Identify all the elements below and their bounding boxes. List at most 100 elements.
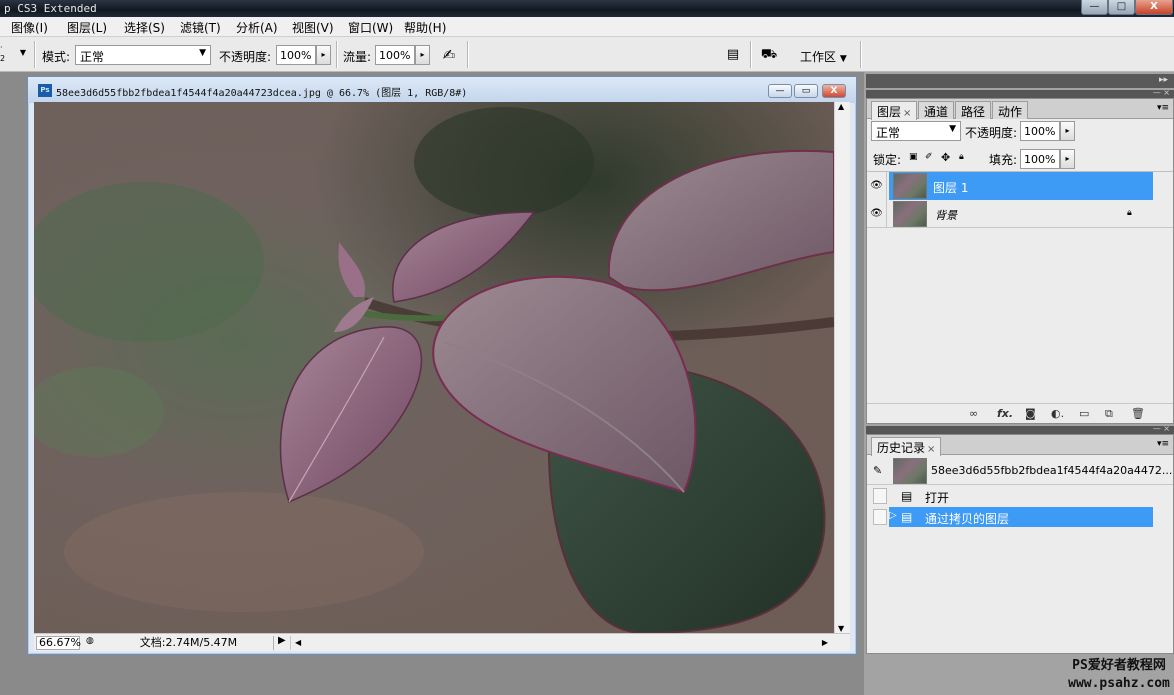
lock-pixels-icon[interactable]: ✐ [925, 152, 933, 162]
trash-icon[interactable]: 🗑︎ [1131, 407, 1145, 420]
opacity-label: 不透明度: [219, 50, 272, 64]
document-window: Ps 58ee3d6d55fbb2fbdea1f4544f4a20a44723d… [27, 76, 857, 655]
document-size-info[interactable]: 文档:2.74M/5.47M [104, 636, 274, 650]
history-brush-source-icon[interactable]: ✎ [873, 464, 882, 477]
history-step-icon: ▤ [901, 510, 913, 524]
panel-gripper[interactable]: — × [866, 88, 1174, 98]
blend-mode-select[interactable]: 正常 ▼ [871, 121, 961, 141]
window-close-button[interactable]: X [1135, 0, 1173, 15]
tab-actions[interactable]: 动作 [992, 101, 1029, 119]
lock-position-icon[interactable]: ✥ [941, 151, 950, 164]
image-canvas[interactable] [34, 102, 834, 633]
link-icon[interactable]: ∞ [969, 407, 978, 420]
layer-opacity-input[interactable]: 100% [1020, 121, 1060, 141]
separator [467, 41, 469, 68]
brush-size-value: 2 [0, 54, 6, 63]
separator [750, 41, 752, 68]
layer-name[interactable]: 背景 [935, 207, 957, 223]
panel-gripper[interactable]: — × [866, 424, 1174, 434]
group-icon[interactable]: ▭ [1079, 407, 1089, 420]
menu-view[interactable]: 视图(V) [292, 19, 334, 36]
window-minimize-button[interactable]: — [1081, 0, 1108, 15]
menu-layer[interactable]: 图层(L) [67, 19, 107, 36]
history-snapshot-row[interactable]: ✎ 58ee3d6d55fbb2fbdea1f4544f4a20a4472... [867, 457, 1173, 485]
horizontal-scrollbar[interactable]: ◀ ▶ [290, 636, 830, 650]
eye-icon[interactable]: 👁︎ [867, 200, 887, 228]
menu-bar: 图像(I) 图层(L) 选择(S) 滤镜(T) 分析(A) 视图(V) 窗口(W… [0, 17, 1174, 37]
mask-icon[interactable]: ◙ [1025, 407, 1036, 420]
brush-size-control[interactable]: · 2 [0, 42, 10, 64]
menu-window[interactable]: 窗口(W) [348, 19, 393, 36]
scroll-up-icon[interactable]: ▲ [838, 102, 844, 111]
snapshot-name: 58ee3d6d55fbb2fbdea1f4544f4a20a4472... [931, 464, 1173, 477]
workspace-menu[interactable]: 工作区 ▼ [800, 48, 847, 65]
window-maximize-button[interactable]: □ [1108, 0, 1135, 15]
layer-name[interactable]: 图层 1 [933, 179, 968, 196]
layer-opacity-slider-button[interactable]: ▸ [1060, 121, 1075, 141]
scroll-down-icon[interactable]: ▼ [838, 624, 844, 633]
tab-history[interactable]: 历史记录 × [871, 437, 942, 456]
options-bar: · 2 ▼ 模式: 正常 ▼ 不透明度: 100% ▸ 流量: 100% ▸ ✍… [0, 37, 1174, 72]
flow-slider-button[interactable]: ▸ [415, 45, 430, 65]
menu-analysis[interactable]: 分析(A) [236, 19, 278, 36]
menu-filter[interactable]: 滤镜(T) [180, 19, 221, 36]
airbrush-icon[interactable]: ✍ [440, 46, 458, 64]
scroll-left-icon[interactable]: ◀ [295, 638, 301, 647]
menu-select[interactable]: 选择(S) [124, 19, 165, 36]
flow-label: 流量: [343, 50, 372, 64]
panel-menu-icon[interactable]: ▾≡ [1157, 439, 1169, 449]
document-restore-button[interactable]: ▭ [794, 84, 818, 98]
history-source-checkbox[interactable] [873, 488, 887, 504]
separator [860, 41, 862, 68]
tab-channels[interactable]: 通道 [918, 101, 955, 119]
scroll-right-icon[interactable]: ▶ [822, 636, 828, 650]
history-item[interactable]: ▷ ▤ 通过拷贝的图层 [867, 507, 1173, 527]
panel-menu-icon[interactable]: ▾≡ [1157, 103, 1169, 113]
menu-help[interactable]: 帮助(H) [404, 19, 446, 36]
fill-label: 填充: [989, 153, 1018, 167]
document-minimize-button[interactable]: — [768, 84, 792, 98]
opacity-slider-button[interactable]: ▸ [316, 45, 331, 65]
layer-row[interactable]: 👁︎ 图层 1 [867, 171, 1173, 200]
fx-icon[interactable]: fx. [997, 407, 1013, 420]
version-cue-icon[interactable]: ◍ [86, 636, 94, 646]
eye-icon[interactable]: 👁︎ [867, 172, 887, 200]
photoshop-file-icon: Ps [38, 84, 52, 97]
fill-slider-button[interactable]: ▸ [1060, 149, 1075, 169]
tab-layers[interactable]: 图层 × [871, 101, 918, 120]
close-icon[interactable]: × [927, 444, 935, 455]
document-close-button[interactable]: X [822, 84, 846, 98]
history-panel-tabs: 历史记录 × ▾≡ [867, 435, 1173, 456]
dock-collapse-bar[interactable]: ▸▸ [866, 74, 1174, 88]
watermark: PS爱好者教程网 www.psahz.com [1064, 657, 1174, 693]
status-menu-arrow-icon[interactable]: ▶ [278, 635, 286, 646]
adjustment-icon[interactable]: ◐. [1051, 407, 1064, 420]
vertical-scrollbar[interactable]: ▲ ▼ [834, 102, 850, 633]
lock-transparency-icon[interactable]: ▣ [909, 152, 918, 162]
flow-input[interactable]: 100% [375, 45, 415, 65]
document-title-bar[interactable]: Ps 58ee3d6d55fbb2fbdea1f4544f4a20a44723d… [28, 77, 856, 103]
brush-dropdown-icon[interactable]: ▼ [14, 44, 32, 62]
mode-select[interactable]: 正常 ▼ [75, 45, 211, 65]
zoom-field[interactable]: 66.67% [36, 636, 81, 650]
fill-input[interactable]: 100% [1020, 149, 1060, 169]
history-state-slider-icon[interactable]: ▷ [889, 510, 897, 521]
layers-panel-tabs: 图层 × 通道 路径 动作 ▾≡ [867, 99, 1173, 120]
menu-image[interactable]: 图像(I) [11, 19, 48, 36]
palette-well-icon[interactable]: ▤ [724, 46, 742, 64]
lock-all-icon[interactable]: 🔒︎ [959, 152, 964, 162]
tab-paths[interactable]: 路径 [955, 101, 992, 119]
opacity-input[interactable]: 100% [276, 45, 316, 65]
panel-close-icon[interactable]: — × [1153, 424, 1170, 433]
layer-row[interactable]: 👁︎ 背景 🔒︎ [867, 200, 1173, 228]
history-source-checkbox[interactable] [873, 509, 887, 525]
lock-label: 锁定: [873, 153, 902, 167]
bridge-icon[interactable]: ⛟ [758, 46, 780, 64]
new-layer-icon[interactable]: ⧉ [1105, 407, 1113, 421]
panel-close-icon[interactable]: — × [1153, 88, 1170, 97]
separator [34, 41, 36, 68]
history-item[interactable]: ▤ 打开 [867, 486, 1173, 506]
close-icon[interactable]: × [903, 108, 911, 119]
double-chevron-right-icon[interactable]: ▸▸ [1159, 75, 1168, 85]
tab-history-label: 历史记录 [877, 441, 926, 455]
